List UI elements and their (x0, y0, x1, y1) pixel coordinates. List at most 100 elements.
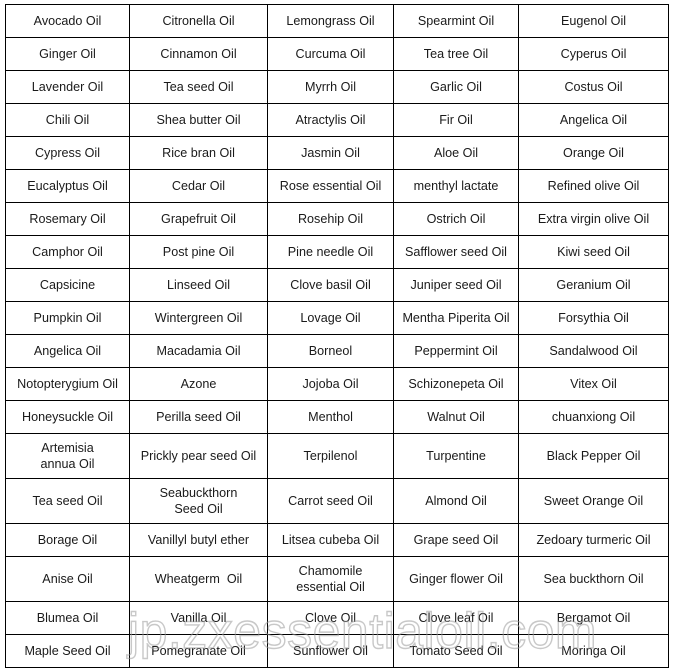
table-cell: Capsicine (5, 268, 130, 302)
table-cell: Almond Oil (393, 478, 519, 524)
table-cell: Eugenol Oil (518, 4, 669, 38)
table-cell: Black Pepper Oil (518, 433, 669, 479)
table-row: Honeysuckle Oil Perilla seed Oil Menthol Wa… (5, 400, 669, 434)
table-cell: Rosemary Oil (5, 202, 130, 236)
table-cell: Sunflower Oil (267, 634, 394, 668)
table-cell: Artemisia annua Oil (5, 433, 130, 479)
table-cell: Lovage Oil (267, 301, 394, 335)
table-cell: Borneol (267, 334, 394, 368)
table-cell: Juniper seed Oil (393, 268, 519, 302)
table-cell: Pine needle Oil (267, 235, 394, 269)
table-cell: Seabuckthorn Seed Oil (129, 478, 268, 524)
table-cell: Tea seed Oil (129, 70, 268, 104)
table-cell: Menthol (267, 400, 394, 434)
table-cell: Spearmint Oil (393, 4, 519, 38)
table-cell: Tomato Seed Oil (393, 634, 519, 668)
table-cell: Angelica Oil (5, 334, 130, 368)
table-cell: Pumpkin Oil (5, 301, 130, 335)
table-cell: Perilla seed Oil (129, 400, 268, 434)
table-cell: Linseed Oil (129, 268, 268, 302)
table-cell: Jojoba Oil (267, 367, 394, 401)
table-cell: Cinnamon Oil (129, 37, 268, 71)
table-cell: Bergamot Oil (518, 601, 669, 635)
table-row: Artemisia annua Oil Prickly pear seed Oil… (5, 433, 669, 479)
table-cell: Ostrich Oil (393, 202, 519, 236)
table-cell: chuanxiong Oil (518, 400, 669, 434)
table-cell: Vanilla Oil (129, 601, 268, 635)
table-cell: Clove basil Oil (267, 268, 394, 302)
table-cell: Carrot seed Oil (267, 478, 394, 524)
table-row: Angelica Oil Macadamia Oil Borneol Peppermi… (5, 334, 669, 368)
table-cell: Blumea Oil (5, 601, 130, 635)
table-cell: Forsythia Oil (518, 301, 669, 335)
table-cell: Costus Oil (518, 70, 669, 104)
table-cell: Safflower seed Oil (393, 235, 519, 269)
table-body: Avocado Oil Citronella Oil Lemongrass Oil S… (5, 4, 669, 668)
table-cell: Myrrh Oil (267, 70, 394, 104)
table-cell: Pomegranate Oil (129, 634, 268, 668)
table-cell: Citronella Oil (129, 4, 268, 38)
table-cell: Garlic Oil (393, 70, 519, 104)
table-row: Borage Oil Vanillyl butyl ether Litsea cub… (5, 523, 669, 557)
table-row: Lavender Oil Tea seed Oil Myrrh Oil Garlic … (5, 70, 669, 104)
table-cell: Grapefruit Oil (129, 202, 268, 236)
table-cell: Sea buckthorn Oil (518, 556, 669, 602)
table-cell: Rice bran Oil (129, 136, 268, 170)
table-cell: Cyperus Oil (518, 37, 669, 71)
table-cell: Avocado Oil (5, 4, 130, 38)
table-cell: Tea seed Oil (5, 478, 130, 524)
table-cell: Peppermint Oil (393, 334, 519, 368)
table-row: Rosemary Oil Grapefruit Oil Rosehip Oil Ost… (5, 202, 669, 236)
table-row: Blumea Oil Vanilla Oil Clove Oil Clove leaf… (5, 601, 669, 635)
table-cell: Litsea cubeba Oil (267, 523, 394, 557)
table-cell: Rosehip Oil (267, 202, 394, 236)
table-cell: Chamomile essential Oil (267, 556, 394, 602)
table-cell: Geranium Oil (518, 268, 669, 302)
table-cell: Clove Oil (267, 601, 394, 635)
table-cell: Mentha Piperita Oil (393, 301, 519, 335)
table-row: Eucalyptus Oil Cedar Oil Rose essential Oi… (5, 169, 669, 203)
table-cell: Fir Oil (393, 103, 519, 137)
table-cell: Extra virgin olive Oil (518, 202, 669, 236)
table-cell: Grape seed Oil (393, 523, 519, 557)
table-cell: Lavender Oil (5, 70, 130, 104)
table-cell: Kiwi seed Oil (518, 235, 669, 269)
table-cell: Cedar Oil (129, 169, 268, 203)
table-cell: Ginger flower Oil (393, 556, 519, 602)
table-cell: Vitex Oil (518, 367, 669, 401)
table-row: Notopterygium Oil Azone Jojoba Oil Schizone… (5, 367, 669, 401)
table-cell: Wheatgerm Oil (129, 556, 268, 602)
table-row: Ginger Oil Cinnamon Oil Curcuma Oil Tea tre… (5, 37, 669, 71)
table-row: Tea seed Oil Seabuckthorn Seed Oil Carrot … (5, 478, 669, 524)
table-cell: Lemongrass Oil (267, 4, 394, 38)
table-cell: Borage Oil (5, 523, 130, 557)
table-cell: Shea butter Oil (129, 103, 268, 137)
table-cell: Vanillyl butyl ether (129, 523, 268, 557)
table-cell: Azone (129, 367, 268, 401)
table-row: Maple Seed Oil Pomegranate Oil Sunflower O… (5, 634, 669, 668)
table-cell: Tea tree Oil (393, 37, 519, 71)
table-cell: Walnut Oil (393, 400, 519, 434)
table-cell: Sandalwood Oil (518, 334, 669, 368)
oil-product-table: Avocado Oil Citronella Oil Lemongrass Oil S… (5, 4, 669, 668)
oil-product-table-container: Avocado Oil Citronella Oil Lemongrass Oil S… (5, 4, 669, 668)
table-cell: Maple Seed Oil (5, 634, 130, 668)
table-cell: menthyl lactate (393, 169, 519, 203)
table-cell: Jasmin Oil (267, 136, 394, 170)
table-row: Camphor Oil Post pine Oil Pine needle Oil S… (5, 235, 669, 269)
table-cell: Schizonepeta Oil (393, 367, 519, 401)
table-row: Avocado Oil Citronella Oil Lemongrass Oil S… (5, 4, 669, 38)
table-cell: Camphor Oil (5, 235, 130, 269)
table-cell: Honeysuckle Oil (5, 400, 130, 434)
table-row: Chili Oil Shea butter Oil Atractylis Oil Fi… (5, 103, 669, 137)
table-cell: Terpilenol (267, 433, 394, 479)
table-cell: Notopterygium Oil (5, 367, 130, 401)
table-cell: Eucalyptus Oil (5, 169, 130, 203)
table-cell: Orange Oil (518, 136, 669, 170)
table-cell: Sweet Orange Oil (518, 478, 669, 524)
table-cell: Angelica Oil (518, 103, 669, 137)
table-cell: Macadamia Oil (129, 334, 268, 368)
table-cell: Anise Oil (5, 556, 130, 602)
table-row: Anise Oil Wheatgerm Oil Chamomile essentia… (5, 556, 669, 602)
table-cell: Cypress Oil (5, 136, 130, 170)
